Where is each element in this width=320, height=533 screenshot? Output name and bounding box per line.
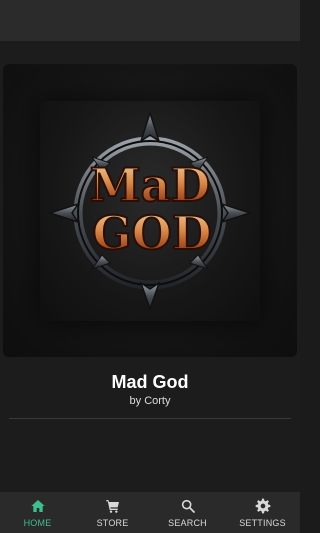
- nav-item-home[interactable]: HOME: [0, 492, 75, 533]
- nav-label-search: SEARCH: [168, 518, 207, 528]
- gear-icon: [255, 498, 270, 514]
- cover-logo: MaD GOD: [47, 110, 253, 312]
- home-icon: [30, 500, 45, 512]
- cart-icon: [105, 500, 119, 513]
- nav-item-settings[interactable]: SETTINGS: [225, 492, 300, 533]
- top-app-bar: [0, 0, 300, 41]
- album-title: Mad God: [111, 372, 189, 392]
- nav-label-store: STORE: [96, 518, 129, 528]
- search-icon: [181, 499, 195, 513]
- nav-label-home: HOME: [23, 518, 52, 528]
- cover-text-line2: GOD: [92, 206, 211, 260]
- nav-item-search[interactable]: SEARCH: [150, 492, 225, 533]
- app-screen: MaD GOD Mad God by Corty HOME STORE SEAR…: [0, 0, 300, 533]
- album-artist[interactable]: by Corty: [0, 395, 300, 407]
- nav-item-store[interactable]: STORE: [75, 492, 150, 533]
- bottom-navigation: HOME STORE SEARCH SETTINGS: [0, 492, 300, 533]
- album-cover[interactable]: MaD GOD: [3, 64, 297, 357]
- nav-label-settings: SETTINGS: [239, 518, 286, 528]
- divider: [9, 418, 291, 419]
- cover-text-line1: MaD: [90, 158, 211, 212]
